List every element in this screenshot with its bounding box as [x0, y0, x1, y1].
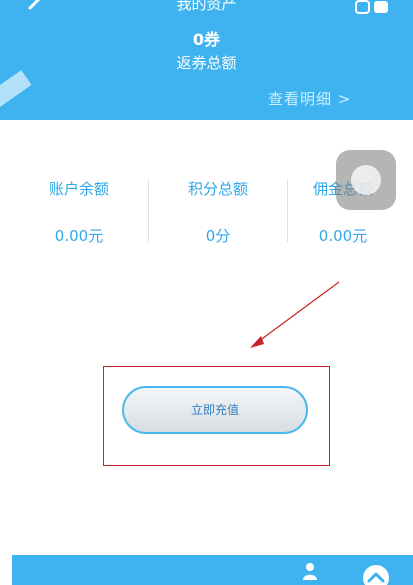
stat-label: 账户余额 [48, 180, 109, 198]
user-icon[interactable] [302, 562, 318, 580]
page-title: 我的资产 [176, 0, 237, 13]
assistive-touch-icon[interactable] [336, 150, 396, 210]
view-details-link[interactable]: 查看明细 > [268, 88, 351, 109]
bottom-nav-bar [12, 555, 413, 585]
stat-account-balance: 账户余额 0.00元 [19, 178, 139, 247]
stat-label: 积分总额 [187, 180, 248, 198]
chevron-up-icon[interactable] [362, 564, 390, 585]
coupon-total-value: 0券 [192, 30, 221, 49]
annotation-arrow [250, 281, 340, 348]
stat-value: 0.00元 [54, 227, 104, 245]
menu-icon[interactable] [355, 0, 391, 14]
recharge-button[interactable]: 立即充值 [122, 386, 308, 434]
header: 我的资产 0券 返券总额 查看明细 > [0, 0, 413, 120]
coupon-total-label: 返券总额 [176, 54, 237, 72]
divider [148, 180, 149, 242]
stat-value: 0分 [205, 227, 231, 245]
stat-value: 0.00元 [318, 227, 368, 245]
assistive-touch-dot [351, 165, 381, 195]
stat-points-total: 积分总额 0分 [158, 178, 278, 247]
